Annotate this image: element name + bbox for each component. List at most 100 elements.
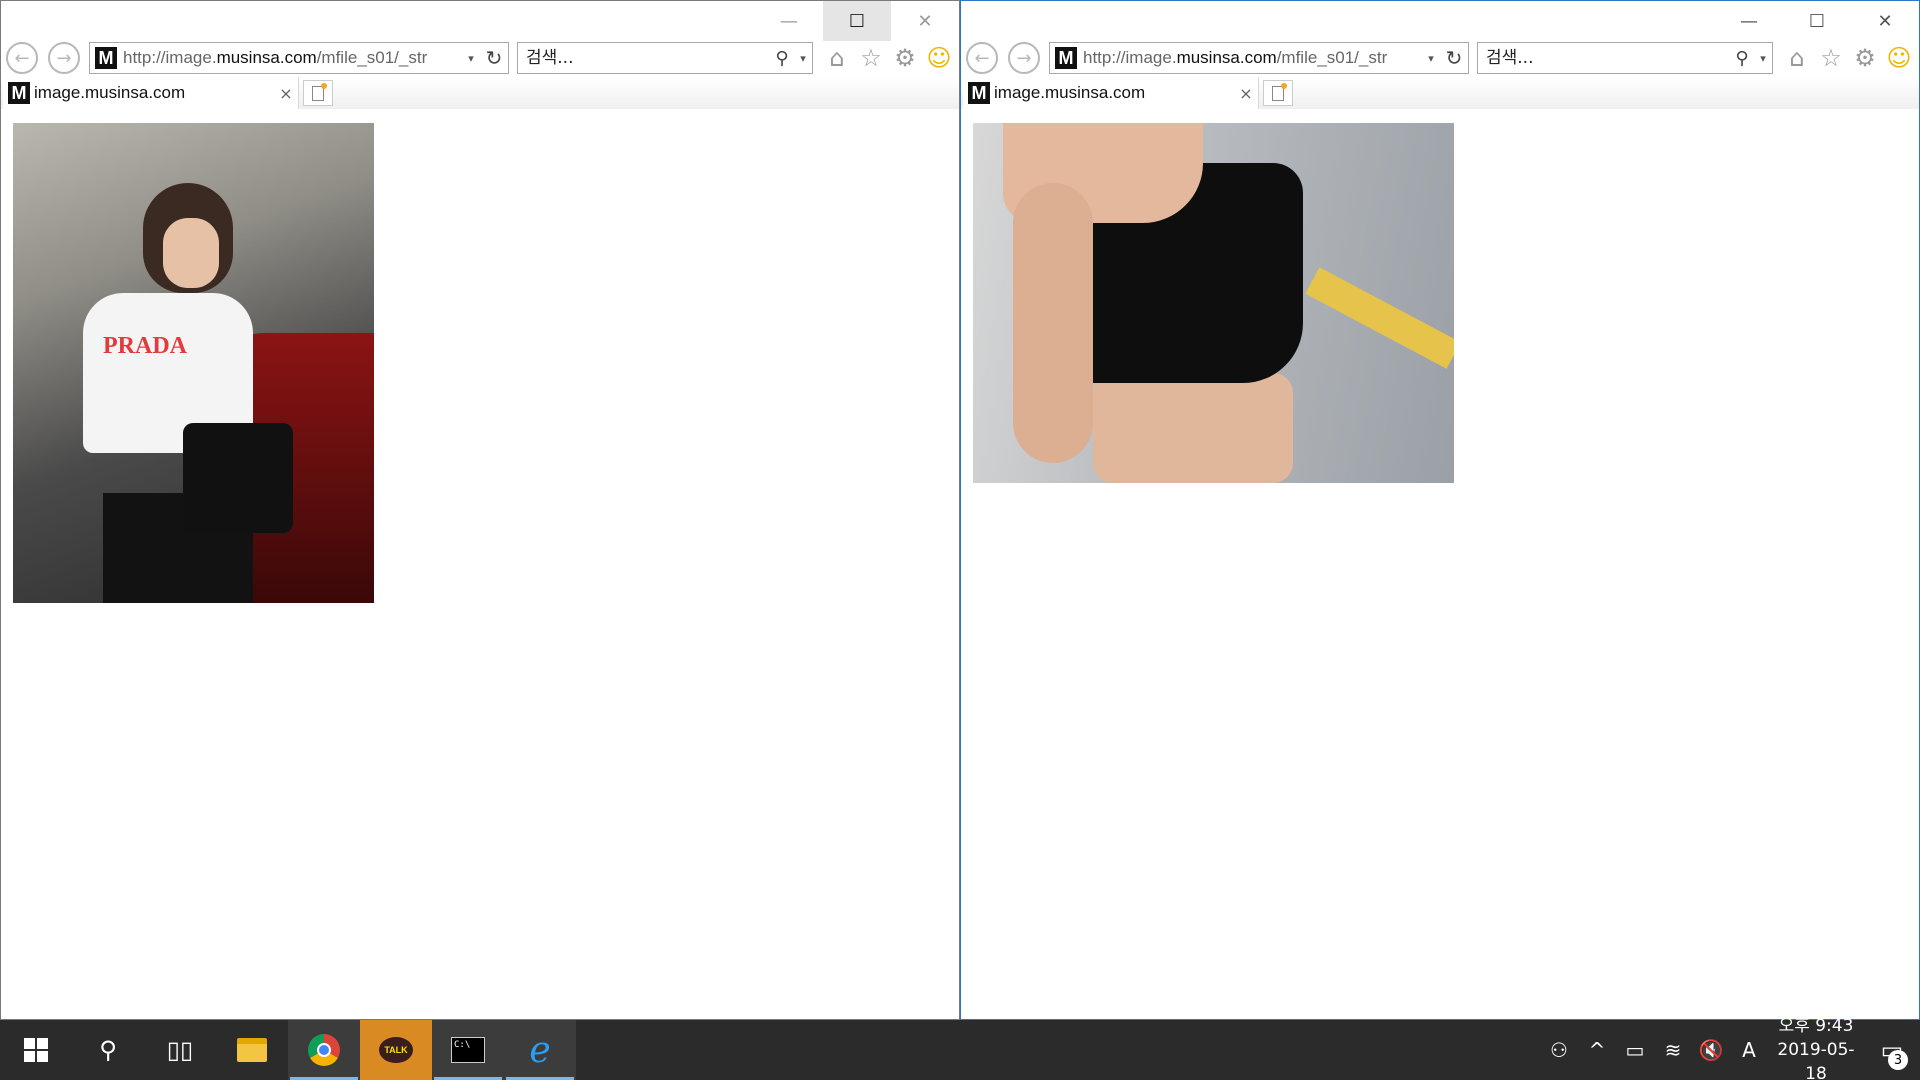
show-hidden-icons-chevron-icon[interactable]: ^ bbox=[1578, 1038, 1616, 1062]
address-dropdown-icon[interactable]: ▾ bbox=[462, 52, 480, 65]
search-dropdown-icon[interactable]: ▾ bbox=[794, 52, 812, 65]
back-button[interactable]: ← bbox=[961, 39, 1003, 77]
url-domain: musinsa.com bbox=[1176, 48, 1277, 67]
folder-icon bbox=[237, 1038, 267, 1062]
tab-title: image.musinsa.com bbox=[994, 83, 1146, 102]
task-view-button[interactable]: ▯▯ bbox=[144, 1020, 216, 1080]
url-text[interactable]: http://image.musinsa.com/mfile_s01/_str bbox=[1083, 48, 1422, 68]
home-icon[interactable]: ⌂ bbox=[1783, 43, 1811, 73]
refresh-icon[interactable]: ↻ bbox=[1440, 46, 1468, 70]
search-dropdown-icon[interactable]: ▾ bbox=[1754, 52, 1772, 65]
tab-favicon-icon: M bbox=[968, 82, 990, 104]
url-text[interactable]: http://image.musinsa.com/mfile_s01/_str bbox=[123, 48, 462, 68]
forward-button[interactable]: → bbox=[1003, 39, 1045, 77]
feedback-smile-icon[interactable]: ☺ bbox=[925, 43, 953, 73]
ime-indicator[interactable]: A bbox=[1730, 1038, 1768, 1062]
clock[interactable]: 오후 9:43 2019-05-18 bbox=[1768, 1014, 1864, 1086]
new-tab-icon bbox=[1272, 82, 1287, 101]
tab-bar: M image.musinsa.com × bbox=[1, 77, 959, 109]
new-tab-button[interactable] bbox=[1263, 80, 1293, 106]
address-bar[interactable]: M http://image.musinsa.com/mfile_s01/_st… bbox=[1049, 42, 1469, 74]
toolbar-icons: ⌂ ☆ ⚙ ☺ bbox=[823, 43, 953, 73]
site-favicon-icon: M bbox=[1055, 47, 1077, 69]
address-bar[interactable]: M http://image.musinsa.com/mfile_s01/_st… bbox=[89, 42, 509, 74]
search-icon[interactable]: ⚲ bbox=[770, 48, 794, 69]
tab-title: image.musinsa.com bbox=[34, 83, 186, 102]
url-domain: musinsa.com bbox=[216, 48, 317, 67]
search-button[interactable]: ⚲ bbox=[72, 1020, 144, 1080]
forward-arrow-icon: → bbox=[48, 42, 80, 74]
favorites-star-icon[interactable]: ☆ bbox=[857, 43, 885, 73]
maximize-button[interactable]: ☐ bbox=[823, 1, 891, 41]
clock-time: 오후 9:43 bbox=[1778, 1016, 1854, 1036]
chrome-button[interactable] bbox=[288, 1020, 360, 1080]
fashion-photo-image bbox=[973, 123, 1454, 483]
notification-count-badge: 3 bbox=[1888, 1050, 1908, 1070]
people-icon[interactable]: ⚇ bbox=[1540, 1038, 1578, 1062]
tab-image-musinsa[interactable]: M image.musinsa.com × bbox=[3, 77, 299, 109]
internet-explorer-icon: e bbox=[529, 1029, 551, 1071]
taskbar: ⚲ ▯▯ TALK C:\ e ⚇ ^ ▭ ≋ 🔇 A 오후 9:43 2019… bbox=[0, 1016, 1920, 1084]
search-input[interactable] bbox=[518, 48, 770, 68]
browser-window-left[interactable]: — ☐ ✕ ← → M http://image.musinsa.com/mfi… bbox=[0, 0, 960, 1020]
url-prefix: http://image. bbox=[123, 48, 217, 67]
minimize-button[interactable]: — bbox=[1715, 1, 1783, 41]
back-arrow-icon: ← bbox=[966, 42, 998, 74]
refresh-icon[interactable]: ↻ bbox=[480, 46, 508, 70]
tab-bar: M image.musinsa.com × bbox=[961, 77, 1919, 109]
windows-logo-icon bbox=[24, 1038, 48, 1062]
chrome-icon bbox=[308, 1034, 340, 1066]
system-tray: ⚇ ^ ▭ ≋ 🔇 A 오후 9:43 2019-05-18 ▭ 3 bbox=[1540, 1016, 1920, 1084]
new-tab-button[interactable] bbox=[303, 80, 333, 106]
action-center-button[interactable]: ▭ 3 bbox=[1864, 1020, 1920, 1080]
task-view-icon: ▯▯ bbox=[166, 1036, 194, 1064]
site-favicon-icon: M bbox=[95, 47, 117, 69]
url-prefix: http://image. bbox=[1083, 48, 1177, 67]
command-prompt-button[interactable]: C:\ bbox=[432, 1020, 504, 1080]
close-button[interactable]: ✕ bbox=[891, 1, 959, 41]
fashion-photo-image: PRADA bbox=[13, 123, 374, 603]
page-content bbox=[961, 109, 1919, 1019]
new-tab-icon bbox=[312, 82, 327, 101]
kakaotalk-button[interactable]: TALK bbox=[360, 1020, 432, 1080]
title-bar[interactable]: — ☐ ✕ bbox=[1, 1, 959, 41]
navigation-bar: ← → M http://image.musinsa.com/mfile_s01… bbox=[1, 39, 959, 77]
shirt-logo-text: PRADA bbox=[103, 333, 187, 359]
terminal-icon: C:\ bbox=[451, 1037, 485, 1063]
file-explorer-button[interactable] bbox=[216, 1020, 288, 1080]
feedback-smile-icon[interactable]: ☺ bbox=[1885, 43, 1913, 73]
forward-button[interactable]: → bbox=[43, 39, 85, 77]
wifi-icon[interactable]: ≋ bbox=[1654, 1038, 1692, 1062]
search-box[interactable]: ⚲ ▾ bbox=[517, 42, 813, 74]
internet-explorer-button[interactable]: e bbox=[504, 1020, 576, 1080]
forward-arrow-icon: → bbox=[1008, 42, 1040, 74]
url-suffix: /mfile_s01/_str bbox=[1276, 48, 1388, 67]
toolbar-icons: ⌂ ☆ ⚙ ☺ bbox=[1783, 43, 1913, 73]
volume-muted-icon[interactable]: 🔇 bbox=[1692, 1038, 1730, 1062]
favorites-star-icon[interactable]: ☆ bbox=[1817, 43, 1845, 73]
close-button[interactable]: ✕ bbox=[1851, 1, 1919, 41]
maximize-button[interactable]: ☐ bbox=[1783, 1, 1851, 41]
browser-window-right[interactable]: — ☐ ✕ ← → M http://image.musinsa.com/mfi… bbox=[960, 0, 1920, 1020]
settings-gear-icon[interactable]: ⚙ bbox=[1851, 43, 1879, 73]
search-input[interactable] bbox=[1478, 48, 1730, 68]
search-icon[interactable]: ⚲ bbox=[1730, 48, 1754, 69]
settings-gear-icon[interactable]: ⚙ bbox=[891, 43, 919, 73]
home-icon[interactable]: ⌂ bbox=[823, 43, 851, 73]
start-button[interactable] bbox=[0, 1020, 72, 1080]
url-suffix: /mfile_s01/_str bbox=[316, 48, 428, 67]
tab-close-icon[interactable]: × bbox=[1234, 84, 1258, 103]
clock-date: 2019-05-18 bbox=[1777, 1040, 1855, 1084]
search-box[interactable]: ⚲ ▾ bbox=[1477, 42, 1773, 74]
back-button[interactable]: ← bbox=[1, 39, 43, 77]
kakaotalk-icon: TALK bbox=[379, 1037, 413, 1063]
address-dropdown-icon[interactable]: ▾ bbox=[1422, 52, 1440, 65]
minimize-button[interactable]: — bbox=[755, 1, 823, 41]
tab-close-icon[interactable]: × bbox=[274, 84, 298, 103]
battery-icon[interactable]: ▭ bbox=[1616, 1038, 1654, 1062]
title-bar[interactable]: — ☐ ✕ bbox=[961, 1, 1919, 41]
search-icon: ⚲ bbox=[99, 1036, 117, 1064]
tab-image-musinsa[interactable]: M image.musinsa.com × bbox=[963, 77, 1259, 109]
page-content: PRADA bbox=[1, 109, 959, 1019]
back-arrow-icon: ← bbox=[6, 42, 38, 74]
